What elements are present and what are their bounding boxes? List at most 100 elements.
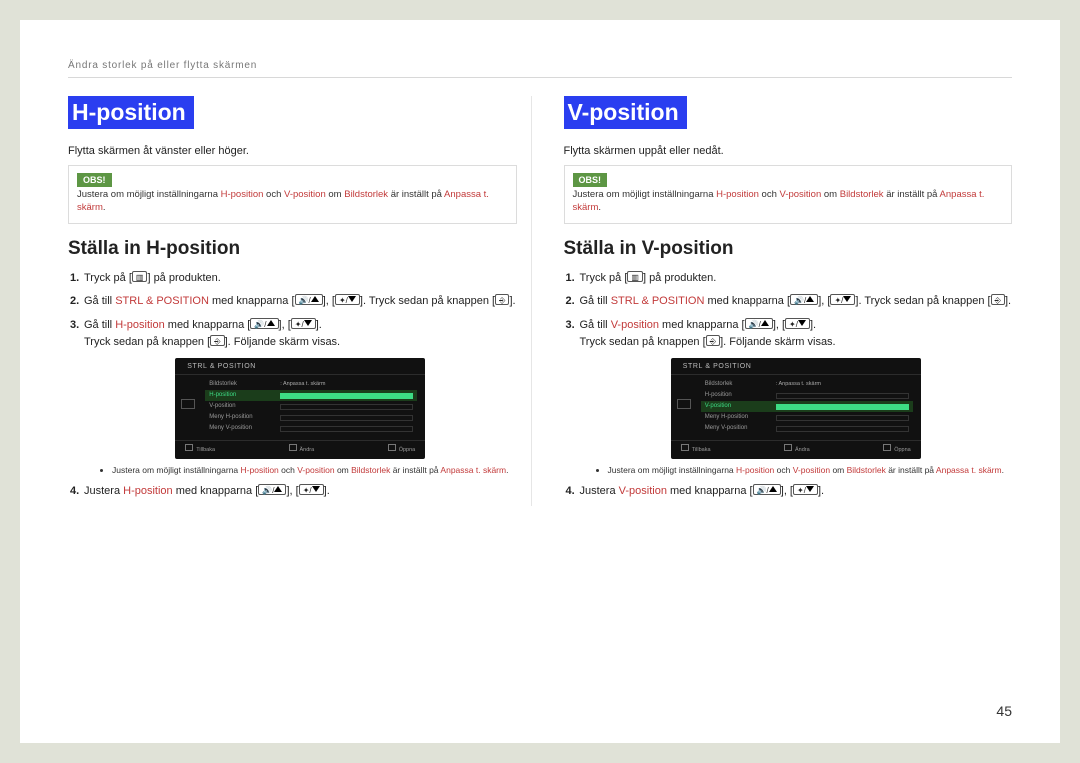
two-column-layout: H-position Flytta skärmen åt vänster ell…: [68, 96, 1012, 506]
intro-text: Flytta skärmen åt vänster eller höger.: [68, 145, 517, 157]
osd-footer: TillbakaÄndraÖppna: [671, 440, 921, 459]
vol-up-icon: 🔊/: [250, 318, 278, 329]
heading-v-position: V-position: [564, 96, 687, 129]
link: Bildstorlek: [351, 465, 390, 475]
t: ].: [316, 319, 322, 331]
t: Justera: [84, 485, 123, 497]
step-1: 1. Tryck på [▥] på produkten.: [566, 270, 1013, 288]
bild-link: Bildstorlek: [840, 189, 884, 200]
t: om: [830, 465, 847, 475]
note-bullet: Justera om möjligt inställningarna H-pos…: [104, 465, 517, 477]
link: H-position: [123, 485, 173, 497]
t: Tryck sedan på knappen [: [580, 336, 706, 348]
vol-dn-icon: ✦/: [335, 294, 360, 305]
t: är inställt på: [884, 189, 940, 200]
t: och: [774, 465, 792, 475]
divider: [68, 77, 1012, 78]
t: om: [335, 465, 352, 475]
t: ]. Följande skärm visas.: [225, 336, 341, 348]
t: ].: [810, 319, 816, 331]
notice-box: OBS! Justera om möjligt inställningarna …: [68, 165, 517, 224]
t: Gå till: [580, 295, 611, 307]
t: är inställt på: [388, 189, 444, 200]
t: ], [: [818, 295, 830, 307]
steps-list: 1. Tryck på [▥] på produkten. 2. Gå till…: [68, 270, 517, 501]
link: V-position: [611, 319, 659, 331]
osd-title: STRL & POSITION: [671, 358, 921, 375]
hpos-link: H-position: [716, 189, 759, 200]
osd-menu: Bildstorlek: Anpassa t. skärmH-positionV…: [701, 379, 913, 434]
right-column: V-position Flytta skärmen uppåt eller ne…: [564, 96, 1013, 506]
t: Gå till: [84, 319, 115, 331]
breadcrumb: Ändra storlek på eller flytta skärmen: [68, 60, 1012, 71]
t: och: [759, 189, 780, 200]
vol-dn-icon: ✦/: [291, 318, 316, 329]
t: och: [279, 465, 297, 475]
obs-text: Justera om möjligt inställningarna H-pos…: [77, 189, 508, 215]
t: är inställt på: [886, 465, 936, 475]
t: ], [: [323, 295, 335, 307]
t: med knapparna [: [667, 485, 753, 497]
menu-icon: ▥: [627, 271, 643, 282]
heading-h-position: H-position: [68, 96, 194, 129]
hpos-link: H-position: [221, 189, 264, 200]
t: Gå till: [580, 319, 611, 331]
vol-up-icon: 🔊/: [753, 484, 781, 495]
step-3: 3. Gå till V-position med knapparna [🔊/]…: [566, 317, 1013, 477]
t: med knapparna [: [659, 319, 745, 331]
link: H-position: [115, 319, 165, 331]
step-4: 4. Justera V-position med knapparna [🔊/]…: [566, 483, 1013, 501]
vol-dn-icon: ✦/: [793, 484, 818, 495]
intro-text: Flytta skärmen uppåt eller nedåt.: [564, 145, 1013, 157]
t: och: [263, 189, 284, 200]
enter-icon: ⎆: [495, 294, 509, 305]
link: Bildstorlek: [847, 465, 886, 475]
t: ] på produkten.: [643, 272, 716, 284]
vol-up-icon: 🔊/: [258, 484, 286, 495]
vpos-link: V-position: [780, 189, 822, 200]
vol-dn-icon: ✦/: [830, 294, 855, 305]
osd-title: STRL & POSITION: [175, 358, 425, 375]
vpos-link: V-position: [284, 189, 326, 200]
t: Justera om möjligt inställningarna: [573, 189, 717, 200]
t: Tryck på [: [580, 272, 628, 284]
link: STRL & POSITION: [115, 295, 209, 307]
t: med knapparna [: [173, 485, 259, 497]
osd-side-icon: [181, 379, 199, 429]
t: ] på produkten.: [147, 272, 220, 284]
t: ], [: [773, 319, 785, 331]
osd-screenshot: STRL & POSITION Bildstorlek: Anpassa t. …: [671, 358, 921, 459]
osd-screenshot: STRL & POSITION Bildstorlek: Anpassa t. …: [175, 358, 425, 459]
left-column: H-position Flytta skärmen åt vänster ell…: [68, 96, 517, 506]
link: STRL & POSITION: [611, 295, 705, 307]
vol-up-icon: 🔊/: [790, 294, 818, 305]
link: V-position: [793, 465, 830, 475]
step-3: 3. Gå till H-position med knapparna [🔊/]…: [70, 317, 517, 477]
t: ].: [1005, 295, 1011, 307]
bild-link: Bildstorlek: [344, 189, 388, 200]
obs-label: OBS!: [77, 173, 112, 187]
subheading: Ställa in H-position: [68, 238, 517, 260]
t: med knapparna [: [165, 319, 251, 331]
t: ]. Tryck sedan på knappen [: [855, 295, 990, 307]
t: ], [: [279, 319, 291, 331]
t: Tryck sedan på knappen [: [84, 336, 210, 348]
vol-dn-icon: ✦/: [299, 484, 324, 495]
link: Anpassa t. skärm: [440, 465, 506, 475]
enter-icon: ⎆: [210, 335, 224, 346]
column-divider: [531, 96, 532, 506]
link: V-position: [297, 465, 334, 475]
menu-icon: ▥: [132, 271, 148, 282]
t: ].: [324, 485, 330, 497]
t: Justera: [580, 485, 619, 497]
note-bullet: Justera om möjligt inställningarna H-pos…: [600, 465, 1013, 477]
t: ].: [818, 485, 824, 497]
osd-menu: Bildstorlek: Anpassa t. skärmH-positionV…: [205, 379, 417, 434]
t: ].: [509, 295, 515, 307]
osd-side-icon: [677, 379, 695, 429]
vol-up-icon: 🔊/: [295, 294, 323, 305]
step-1: 1. Tryck på [▥] på produkten.: [70, 270, 517, 288]
t: Gå till: [84, 295, 115, 307]
link: H-position: [241, 465, 279, 475]
t: Justera om möjligt inställningarna: [77, 189, 221, 200]
